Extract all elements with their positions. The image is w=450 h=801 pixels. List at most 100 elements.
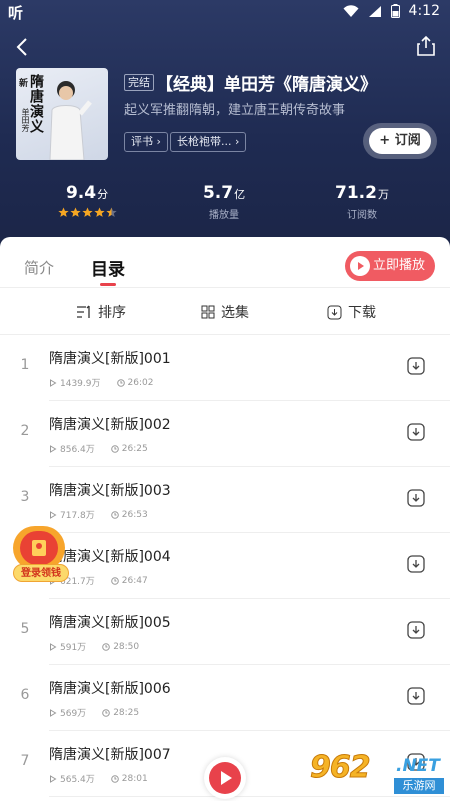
- play-icon: [350, 256, 370, 276]
- watermark-sub: 乐游网: [394, 778, 444, 794]
- list-item[interactable]: 1 隋唐演义[新版]001 1439.9万 26:02: [0, 335, 450, 401]
- completed-badge: 完结: [124, 74, 154, 91]
- duration: 26:25: [121, 443, 148, 454]
- duration: 28:25: [113, 707, 140, 718]
- star-icon: [81, 207, 93, 217]
- status-icons: 4:12: [343, 3, 440, 19]
- play-icon: [209, 762, 241, 794]
- play-count-icon: [50, 642, 57, 651]
- star-icon: [57, 207, 69, 217]
- episode-title: 隋唐演义[新版]007: [49, 747, 171, 763]
- sort-icon: [77, 305, 90, 318]
- episode-meta: 856.4万 26:25: [49, 442, 148, 455]
- rating-stars: [17, 207, 157, 218]
- clock-icon: [102, 642, 110, 651]
- tab-catalog[interactable]: 目录: [91, 255, 125, 280]
- play-count: 717.8万: [60, 511, 95, 521]
- list-item[interactable]: 6 隋唐演义[新版]006 569万 28:25: [0, 665, 450, 731]
- star-icon: [69, 207, 81, 217]
- wifi-icon: [343, 4, 359, 17]
- play-count: 856.4万: [60, 445, 95, 455]
- content-panel: 简介 目录 立即播放 排序 选集 下载 1 隋唐演义[新版]001 1439.9…: [0, 237, 450, 801]
- clock-icon: [110, 576, 119, 585]
- episode-index: 3: [20, 489, 30, 505]
- plays-unit: 亿: [234, 188, 246, 201]
- clock-icon: [102, 708, 110, 717]
- episode-index: 1: [20, 357, 30, 373]
- episode-title: 隋唐演义[新版]003: [49, 483, 171, 499]
- tag-genre[interactable]: 长枪袍带... ›: [170, 132, 247, 152]
- play-now-label: 立即播放: [373, 258, 426, 273]
- status-bar: 听 4:12: [0, 0, 450, 24]
- select-label: 选集: [221, 305, 249, 321]
- watermark-number: 962: [310, 750, 372, 786]
- cover-portrait: [49, 81, 92, 160]
- duration: 28:50: [113, 641, 140, 652]
- list-item[interactable]: 5 隋唐演义[新版]005 591万 28:50: [0, 599, 450, 665]
- select-episodes-button[interactable]: 选集: [201, 302, 249, 322]
- album-stats: 9.4分 5.7亿 播放量 71.2万 订阅数: [0, 183, 450, 233]
- episode-index: 5: [20, 621, 30, 637]
- cover-author: 单田芳: [21, 108, 30, 132]
- episode-meta: 1439.9万 26:02: [49, 376, 153, 389]
- sort-label: 排序: [98, 305, 126, 321]
- album-cover[interactable]: 新 隋唐演义 单田芳: [16, 68, 108, 160]
- download-icon: [327, 305, 342, 319]
- episode-title: 隋唐演义[新版]005: [49, 615, 171, 631]
- plays-label: 播放量: [209, 210, 239, 221]
- play-count-icon: [50, 774, 57, 783]
- login-reward-button[interactable]: 登录领钱: [13, 526, 69, 584]
- clock-icon: [116, 378, 125, 387]
- tab-underline: [100, 283, 116, 286]
- download-icon[interactable]: [407, 687, 425, 705]
- site-watermark: 962 .NET 乐游网: [310, 750, 445, 798]
- play-count: 569万: [60, 709, 87, 719]
- episode-index: 6: [20, 687, 30, 703]
- play-count-icon: [50, 378, 57, 387]
- stat-plays: 5.7亿 播放量: [154, 183, 294, 221]
- back-icon[interactable]: [12, 36, 34, 58]
- play-now-button[interactable]: 立即播放: [345, 251, 435, 281]
- subscribe-button[interactable]: + 订阅: [369, 128, 431, 154]
- play-count-icon: [50, 444, 57, 453]
- half-star-icon: [105, 207, 117, 217]
- download-icon[interactable]: [407, 489, 425, 507]
- album-header: 听 4:12 新 隋唐演义 单田芳 完结 【经典】单田芳《隋唐演义》 起义军推翻…: [0, 0, 450, 250]
- duration: 26:47: [121, 575, 148, 586]
- share-icon[interactable]: [414, 34, 438, 58]
- subscribers-unit: 万: [377, 188, 389, 201]
- download-icon[interactable]: [407, 423, 425, 441]
- signal-icon: [368, 5, 381, 17]
- tag-category[interactable]: 评书 ›: [124, 132, 168, 152]
- download-button[interactable]: 下载: [327, 302, 376, 322]
- play-count-icon: [50, 708, 57, 717]
- subscribers-value: 71.2: [335, 183, 377, 203]
- list-item[interactable]: 2 隋唐演义[新版]002 856.4万 26:25: [0, 401, 450, 467]
- star-icon: [93, 207, 105, 217]
- episode-title: 隋唐演义[新版]002: [49, 417, 171, 433]
- duration: 26:53: [121, 509, 148, 520]
- catalog-toolbar: 排序 选集 下载: [0, 288, 450, 334]
- list-item[interactable]: 3 隋唐演义[新版]003 717.8万 26:53: [0, 467, 450, 533]
- clock-icon: [110, 774, 119, 783]
- sort-button[interactable]: 排序: [76, 302, 126, 322]
- download-icon[interactable]: [407, 621, 425, 639]
- duration: 26:02: [127, 377, 154, 388]
- play-count: 1439.9万: [60, 379, 101, 389]
- episode-meta: 565.4万 28:01: [49, 772, 148, 785]
- tab-intro[interactable]: 简介: [24, 257, 54, 278]
- episode-title: 隋唐演义[新版]006: [49, 681, 171, 697]
- plays-value: 5.7: [202, 183, 234, 203]
- watermark-suffix: .NET: [396, 756, 440, 776]
- subscribers-label: 订阅数: [347, 210, 377, 221]
- rating-value: 9.4: [65, 183, 97, 203]
- episode-meta: 717.8万 26:53: [49, 508, 148, 521]
- status-time: 4:12: [408, 3, 440, 19]
- download-icon[interactable]: [407, 555, 425, 573]
- download-icon[interactable]: [407, 357, 425, 375]
- stat-rating: 9.4分: [17, 183, 157, 218]
- episode-index: 2: [20, 423, 30, 439]
- episode-meta: 569万 28:25: [49, 706, 139, 719]
- clock-icon: [110, 444, 119, 453]
- floating-player-button[interactable]: [204, 757, 246, 799]
